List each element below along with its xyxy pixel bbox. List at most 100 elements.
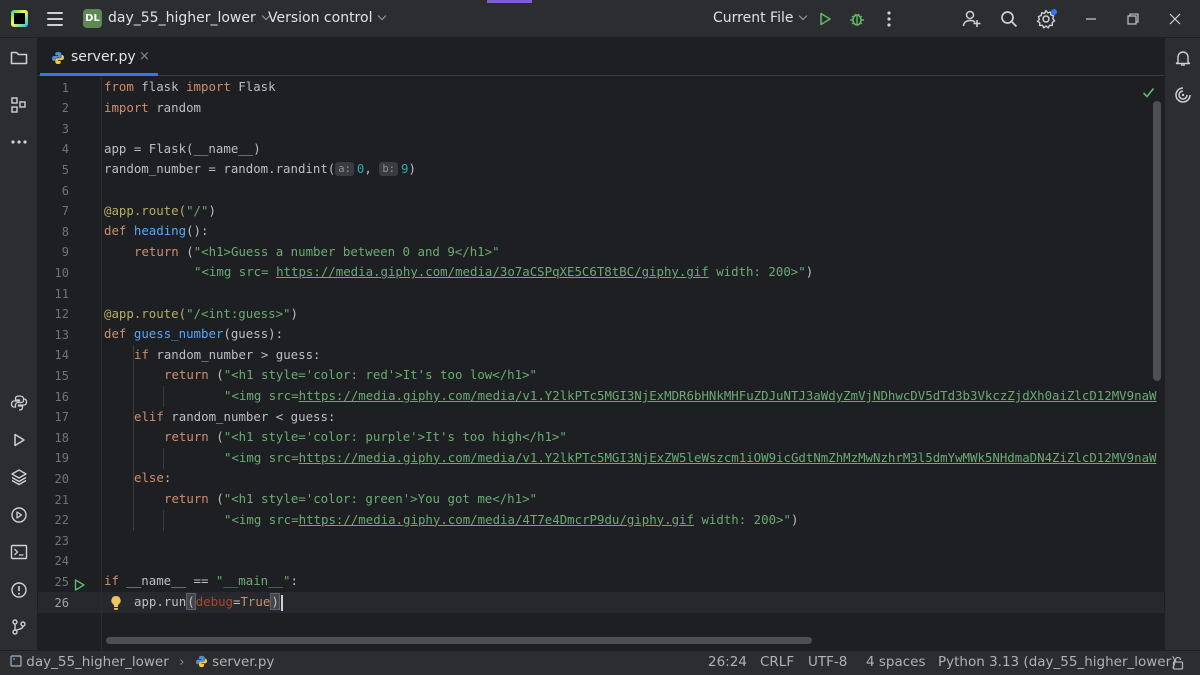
line-number: 26 xyxy=(54,595,69,610)
lock-icon[interactable] xyxy=(1172,656,1184,674)
line-number: 22 xyxy=(54,513,69,528)
run-tool-icon[interactable] xyxy=(8,429,30,451)
settings-icon[interactable] xyxy=(1035,8,1057,30)
search-icon[interactable] xyxy=(998,8,1020,30)
function-name: heading xyxy=(133,223,187,239)
string-literal: "<h1 style='color: green'>You got me</h1… xyxy=(223,491,537,506)
tab-close-icon[interactable]: × xyxy=(139,49,150,64)
code-line-8: def heading(): xyxy=(104,221,208,242)
python-file-icon xyxy=(195,655,207,668)
url-link[interactable]: https://media.giphy.com/media/v1.Y2lkPTc… xyxy=(299,450,1157,465)
code-line-2: import random xyxy=(104,98,201,119)
python-console-icon[interactable] xyxy=(8,392,30,414)
structure-icon[interactable] xyxy=(8,94,30,116)
code-text: __name__ == xyxy=(118,573,216,589)
add-user-icon[interactable] xyxy=(961,8,983,30)
code-text: (): xyxy=(186,223,209,239)
line-number: 19 xyxy=(54,451,69,466)
project-selector[interactable]: day_55_higher_lower xyxy=(108,10,270,26)
problems-icon[interactable] xyxy=(8,579,30,601)
python-interpreter[interactable]: Python 3.13 (day_55_higher_lower) xyxy=(938,654,1176,670)
keyword: return xyxy=(164,491,209,506)
horizontal-scrollbar[interactable] xyxy=(106,637,812,644)
string-literal: "<img src= xyxy=(224,511,299,527)
indent-setting[interactable]: 4 spaces xyxy=(866,654,926,670)
code-text: : xyxy=(163,470,172,486)
code-text: ) xyxy=(208,202,216,218)
breadcrumb-project[interactable]: day_55_higher_lower xyxy=(26,654,168,670)
url-link[interactable]: https://media.giphy.com/media/3o7aCSPqXE… xyxy=(276,264,709,279)
matched-bracket: ( xyxy=(186,593,196,610)
line-number: 10 xyxy=(54,265,69,280)
run-gutter-icon[interactable] xyxy=(74,576,85,591)
restore-icon[interactable] xyxy=(1122,8,1144,30)
module-icon xyxy=(10,655,22,667)
caret-position[interactable]: 26:24 xyxy=(708,654,747,670)
file-encoding[interactable]: UTF-8 xyxy=(808,654,847,670)
line-number: 14 xyxy=(54,348,69,363)
vcs-label: Version control xyxy=(268,10,373,26)
title-bar: DL day_55_higher_lower Version control C… xyxy=(0,0,1200,38)
more-tools-icon[interactable] xyxy=(8,131,30,153)
code-line-7: @app.route("/") xyxy=(104,201,216,222)
layers-icon[interactable] xyxy=(8,466,30,488)
keyword: import xyxy=(104,99,149,115)
code-line-10: "<img src= https://media.giphy.com/media… xyxy=(194,262,813,283)
string-literal: "<h1 style='color: red'>It's too low</h1… xyxy=(223,367,537,383)
close-icon[interactable] xyxy=(1164,8,1186,30)
more-icon[interactable] xyxy=(878,8,900,30)
url-link[interactable]: https://media.giphy.com/media/4T7e4DmcrP… xyxy=(299,512,694,527)
string-literal: "<h1 style='color: purple'>It's too high… xyxy=(223,429,567,445)
minimize-icon[interactable] xyxy=(1080,8,1102,30)
project-folder-icon[interactable] xyxy=(8,47,30,69)
line-number: 9 xyxy=(61,245,69,260)
line-number: 17 xyxy=(54,410,69,425)
git-icon[interactable] xyxy=(8,616,30,638)
vcs-selector[interactable]: Version control xyxy=(268,10,387,26)
code-text: random_number < guess: xyxy=(163,408,336,424)
vertical-scrollbar[interactable] xyxy=(1153,101,1161,381)
indent-guide xyxy=(163,386,164,407)
terminal-icon[interactable] xyxy=(8,541,30,563)
code-text: ( xyxy=(178,243,194,259)
tab-server-py[interactable]: server.py × xyxy=(40,38,158,76)
code-line-25: if __name__ == "__main__": xyxy=(104,571,298,592)
breadcrumb-file[interactable]: server.py xyxy=(212,654,274,670)
code-text: ) xyxy=(790,511,799,527)
main-menu-icon[interactable] xyxy=(47,12,63,26)
code-line-20: else: xyxy=(134,468,171,489)
indent-guide xyxy=(133,345,134,531)
python-file-icon xyxy=(51,50,65,69)
services-icon[interactable] xyxy=(8,504,30,526)
keyword: return xyxy=(164,367,209,383)
chevron-down-icon xyxy=(378,11,387,21)
run-config-selector[interactable]: Current File xyxy=(713,10,808,26)
run-config-label: Current File xyxy=(713,10,794,26)
code-text: random_number > guess: xyxy=(148,346,321,362)
app-logo-icon[interactable] xyxy=(11,10,28,27)
keyword: import xyxy=(186,79,231,94)
line-number: 8 xyxy=(61,224,69,239)
code-text: ) xyxy=(805,264,814,280)
line-number: 15 xyxy=(54,368,69,383)
line-number: 25 xyxy=(54,574,69,589)
code-editor[interactable]: 1 2 3 4 5 6 7 8 9 10 11 12 13 14 15 16 1… xyxy=(38,77,1164,650)
notifications-icon[interactable] xyxy=(1172,47,1194,69)
keyword: from xyxy=(104,79,134,94)
code-text: ( xyxy=(208,367,224,383)
url-link[interactable]: https://media.giphy.com/media/v1.Y2lkPTc… xyxy=(299,388,1157,403)
debug-icon[interactable] xyxy=(846,8,868,30)
keyword: def xyxy=(104,326,127,342)
run-icon[interactable] xyxy=(814,8,836,30)
ai-assistant-icon[interactable] xyxy=(1172,84,1194,106)
project-badge[interactable]: DL xyxy=(83,9,102,28)
code-line-15: return ("<h1 style='color: red'>It's too… xyxy=(164,365,537,386)
code-area[interactable]: from flask import Flask import random ap… xyxy=(104,77,1162,650)
code-text: : xyxy=(290,573,298,589)
breadcrumb: day_55_higher_lower › server.py xyxy=(10,654,274,670)
project-name: day_55_higher_lower xyxy=(108,10,256,26)
line-separator[interactable]: CRLF xyxy=(760,654,794,670)
line-number: 21 xyxy=(54,492,69,507)
